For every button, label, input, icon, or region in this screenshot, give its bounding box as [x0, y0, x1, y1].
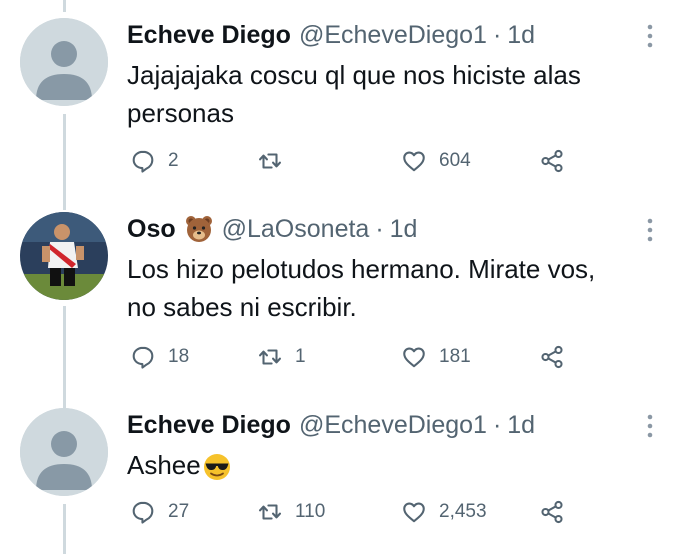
tweet-actions: 2 604: [127, 146, 577, 176]
sunglasses-emoji-icon: [202, 452, 232, 482]
reply-count: 18: [168, 346, 190, 367]
tweet-text-line: Ashee: [127, 446, 647, 484]
user-handle[interactable]: @LaOsoneta: [222, 215, 370, 244]
share-icon: [541, 500, 563, 524]
tweet-header: Echeve Diego @EcheveDiego1 · 1d: [127, 408, 535, 442]
display-name[interactable]: Echeve Diego: [127, 411, 291, 440]
tweet-text-line: personas: [127, 98, 234, 128]
share-button[interactable]: [539, 146, 565, 176]
share-button[interactable]: [539, 342, 565, 372]
like-count: 2,453: [439, 501, 487, 522]
tweet[interactable]: Echeve Diego @EcheveDiego1 · 1d Jajajaja…: [0, 18, 680, 193]
tweet-text: Jajajajaka coscu ql que nos hiciste alas…: [127, 56, 647, 132]
more-options-icon: [647, 218, 653, 242]
tweet-text-line: Jajajajaka coscu ql que nos hiciste alas: [127, 60, 581, 90]
tweet-thread: Echeve Diego @EcheveDiego1 · 1d Jajajaja…: [0, 0, 680, 554]
bear-face-icon: [184, 214, 214, 244]
more-options-button[interactable]: [640, 412, 660, 440]
football-player-photo: [20, 212, 108, 300]
separator-dot: ·: [375, 214, 384, 243]
tweet-header: Echeve Diego @EcheveDiego1 · 1d: [127, 18, 535, 52]
default-avatar-icon: [20, 18, 108, 106]
tweet[interactable]: Echeve Diego @EcheveDiego1 · 1d Ashee 27…: [0, 408, 680, 554]
reply-icon: [132, 150, 154, 173]
retweet-count: 1: [295, 346, 306, 367]
like-icon: [403, 502, 425, 523]
retweet-icon: [259, 349, 281, 365]
user-handle[interactable]: @EcheveDiego1: [299, 21, 487, 50]
timestamp[interactable]: 1d: [507, 21, 535, 50]
separator-dot: ·: [492, 410, 502, 439]
tweet-text: Ashee: [127, 446, 647, 484]
reply-count: 2: [168, 150, 179, 171]
like-button[interactable]: 604: [401, 146, 471, 176]
avatar[interactable]: [20, 408, 108, 496]
tweet-header: Oso @LaOsoneta · 1d: [127, 212, 417, 246]
reply-icon: [132, 346, 154, 369]
retweet-count: 110: [295, 501, 326, 522]
retweet-button[interactable]: 110: [257, 497, 325, 527]
more-options-icon: [647, 414, 653, 438]
like-count: 181: [439, 346, 471, 367]
reply-count: 27: [168, 501, 190, 522]
tweet-text-line: Los hizo pelotudos hermano. Mirate vos,: [127, 254, 596, 284]
timestamp[interactable]: 1d: [390, 215, 418, 244]
default-avatar-icon: [20, 408, 108, 496]
retweet-icon: [259, 153, 281, 169]
like-button[interactable]: 2,453: [401, 497, 487, 527]
avatar[interactable]: [20, 212, 108, 300]
tweet-text-content: Ashee: [127, 450, 201, 480]
retweet-icon: [259, 504, 281, 520]
share-icon: [541, 345, 563, 369]
tweet-actions: 27 110 2,453: [127, 497, 577, 527]
reply-button[interactable]: 18: [130, 342, 189, 372]
tweet-text-line: no sabes ni escribir.: [127, 292, 357, 322]
reply-button[interactable]: 2: [130, 146, 179, 176]
like-icon: [403, 347, 425, 368]
tweet-text: Los hizo pelotudos hermano. Mirate vos, …: [127, 250, 647, 326]
share-button[interactable]: [539, 497, 565, 527]
reply-button[interactable]: 27: [130, 497, 189, 527]
like-count: 604: [439, 150, 471, 171]
more-options-icon: [647, 24, 653, 48]
more-options-button[interactable]: [640, 22, 660, 50]
more-options-button[interactable]: [640, 216, 660, 244]
tweet-actions: 18 1 181: [127, 342, 577, 372]
avatar[interactable]: [20, 18, 108, 106]
tweet[interactable]: Oso @LaOsoneta · 1d Los hizo pelotudos h…: [0, 212, 680, 387]
like-icon: [403, 151, 425, 172]
timestamp[interactable]: 1d: [507, 411, 535, 440]
display-name[interactable]: Echeve Diego: [127, 21, 291, 50]
separator-dot: ·: [492, 20, 502, 49]
like-button[interactable]: 181: [401, 342, 471, 372]
display-name[interactable]: Oso: [127, 215, 176, 244]
thread-line-top: [63, 0, 66, 12]
reply-icon: [132, 501, 154, 524]
retweet-button[interactable]: 1: [257, 342, 306, 372]
share-icon: [541, 149, 563, 173]
retweet-button[interactable]: [257, 146, 295, 176]
user-handle[interactable]: @EcheveDiego1: [299, 411, 487, 440]
